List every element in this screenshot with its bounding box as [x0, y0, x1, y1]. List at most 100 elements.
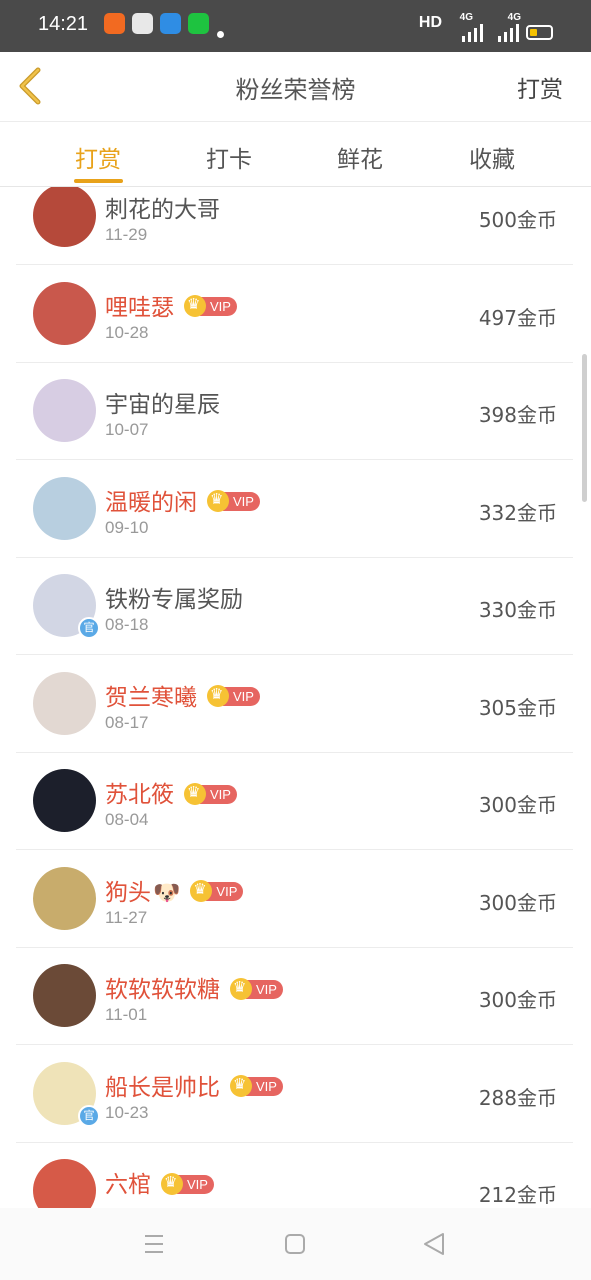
reward-date: 10-07 [105, 420, 149, 439]
reward-amount: 300金币 [478, 988, 557, 1012]
notification-dot-icon [217, 31, 224, 38]
avatar[interactable] [33, 187, 96, 247]
scrollbar[interactable] [582, 354, 587, 502]
vip-badge: VIP [207, 685, 260, 707]
fan-name-row: 哩哇瑟 VIP [105, 288, 237, 322]
fan-name-row: 苏北筱 VIP [105, 775, 237, 809]
kuaishou-app-icon [104, 13, 125, 34]
reward-date: 08-18 [105, 615, 149, 634]
fan-list-item[interactable]: 狗头🐶 VIP 11-27 300金币 [16, 850, 573, 948]
reward-date: 08-17 [105, 712, 149, 732]
reward-amount: 300金币 [478, 793, 557, 817]
vip-badge: VIP [207, 490, 260, 512]
avatar[interactable] [33, 769, 96, 832]
signal-icon [462, 24, 483, 42]
fan-list-item[interactable]: 温暖的闲 VIP 09-10 332金币 [16, 460, 573, 558]
official-badge-icon: 官 [78, 1104, 100, 1127]
vip-badge: VIP [184, 295, 237, 317]
signal-label-1: 4G [459, 12, 473, 23]
signal-label-2: 4G [507, 12, 521, 23]
crown-icon [161, 1172, 183, 1195]
fan-list-item[interactable]: 六棺 VIP 212金币 [16, 1142, 573, 1208]
reward-amount: 398金币 [478, 403, 557, 427]
vip-badge: VIP [184, 782, 237, 805]
home-square-icon[interactable] [275, 1228, 315, 1260]
crown-icon [230, 1075, 252, 1097]
hd-label: HD [418, 14, 442, 31]
back-triangle-icon[interactable] [415, 1228, 455, 1260]
reward-amount: 500金币 [478, 208, 557, 232]
reward-amount: 330金币 [478, 598, 557, 622]
fan-name: 贺兰寒曦 [105, 684, 197, 711]
reward-amount: 288金币 [478, 1085, 557, 1110]
reward-date: 08-04 [105, 810, 149, 829]
fan-list-item[interactable]: 苏北筱 VIP 08-04 300金币 [16, 752, 573, 850]
reward-amount: 497金币 [478, 305, 557, 330]
avatar[interactable] [33, 671, 96, 735]
avatar[interactable] [33, 964, 96, 1027]
vip-badge: VIP [190, 880, 244, 902]
fan-name-row: 刺花的大哥 [105, 190, 220, 224]
reward-action-button[interactable]: 打赏 [517, 70, 563, 104]
reward-amount: 332金币 [478, 500, 557, 525]
fan-name: 六棺 [105, 1172, 151, 1198]
iqiyi-app-icon [188, 13, 209, 34]
reward-amount: 300金币 [478, 890, 557, 915]
reward-amount: 305金币 [478, 695, 557, 720]
signal-icon-2 [498, 24, 519, 42]
crown-icon [207, 685, 229, 707]
fan-list-item[interactable]: 官铁粉专属奖励 08-18 330金币 [16, 557, 573, 655]
reward-date: 09-10 [105, 517, 149, 537]
fan-list-item[interactable]: 哩哇瑟 VIP 10-28 497金币 [16, 265, 573, 363]
crown-icon [184, 782, 206, 805]
tab-favorites[interactable]: 收藏 [447, 140, 537, 174]
fan-list: 刺花的大哥 11-29 500金币哩哇瑟 VIP 10-28 497金币宇宙的星辰 10-0… [0, 187, 591, 1208]
official-badge-icon: 官 [78, 617, 100, 639]
battery-icon [526, 25, 553, 40]
tab-flowers[interactable]: 鲜花 [315, 140, 405, 174]
fan-list-item[interactable]: 宇宙的星辰 10-07 398金币 [16, 362, 573, 460]
fan-list-item[interactable]: 刺花的大哥 11-29 500金币 [16, 187, 573, 265]
fan-name: 宇宙的星辰 [105, 392, 220, 418]
tab-reward[interactable]: 打赏 [53, 140, 143, 174]
avatar[interactable] [33, 866, 96, 930]
status-time: 14:21 [38, 13, 89, 35]
fan-name-row: 宇宙的星辰 [105, 385, 220, 419]
fan-list-item[interactable]: 贺兰寒曦 VIP 08-17 305金币 [16, 655, 573, 753]
vip-badge: VIP [230, 1075, 283, 1097]
fan-name: 哩哇瑟 [105, 294, 174, 321]
vip-badge: VIP [161, 1172, 214, 1195]
fan-name: 铁粉专属奖励 [105, 587, 243, 613]
menu-icon[interactable] [134, 1228, 174, 1260]
reward-amount: 212金币 [478, 1183, 557, 1207]
fan-name: 软软软软糖 [105, 977, 220, 1003]
avatar[interactable] [33, 476, 96, 540]
page-title: 粉丝荣誉榜 [235, 76, 356, 104]
fan-name-row: 铁粉专属奖励 [105, 580, 243, 614]
avatar[interactable] [33, 281, 96, 345]
reward-date: 11-27 [105, 907, 148, 927]
fan-name: 船长是帅比 [105, 1074, 220, 1101]
fan-list-item[interactable]: 官船长是帅比 VIP 10-23 288金币 [16, 1045, 573, 1143]
tab-checkin[interactable]: 打卡 [184, 140, 274, 174]
fan-name: 狗头 [105, 879, 151, 906]
fan-list-item[interactable]: 软软软软糖 VIP 11-01 300金币 [16, 947, 573, 1045]
fan-name-row: 软软软软糖 VIP [105, 970, 283, 1004]
vip-badge: VIP [230, 977, 283, 1000]
header: 粉丝荣誉榜 打赏 [0, 52, 591, 122]
fan-name-row: 六棺 VIP [105, 1165, 214, 1199]
reward-date: 11-29 [105, 225, 148, 244]
tab-bar: 打赏 打卡 鲜花 收藏 [0, 122, 591, 187]
crown-icon [230, 977, 252, 1000]
avatar[interactable] [33, 379, 96, 442]
crown-icon [207, 490, 229, 512]
reward-date: 10-23 [105, 1102, 149, 1122]
fan-name: 温暖的闲 [105, 489, 197, 516]
status-bar: 14:21 HD 4G 4G [0, 0, 591, 52]
fan-name-row: 贺兰寒曦 VIP [105, 678, 260, 712]
reward-date: 10-28 [105, 322, 149, 342]
dog-emoji-icon: 🐶 [153, 880, 181, 906]
system-nav-bar [0, 1208, 591, 1280]
avatar[interactable] [33, 1159, 96, 1208]
browser-app-icon [132, 13, 153, 34]
